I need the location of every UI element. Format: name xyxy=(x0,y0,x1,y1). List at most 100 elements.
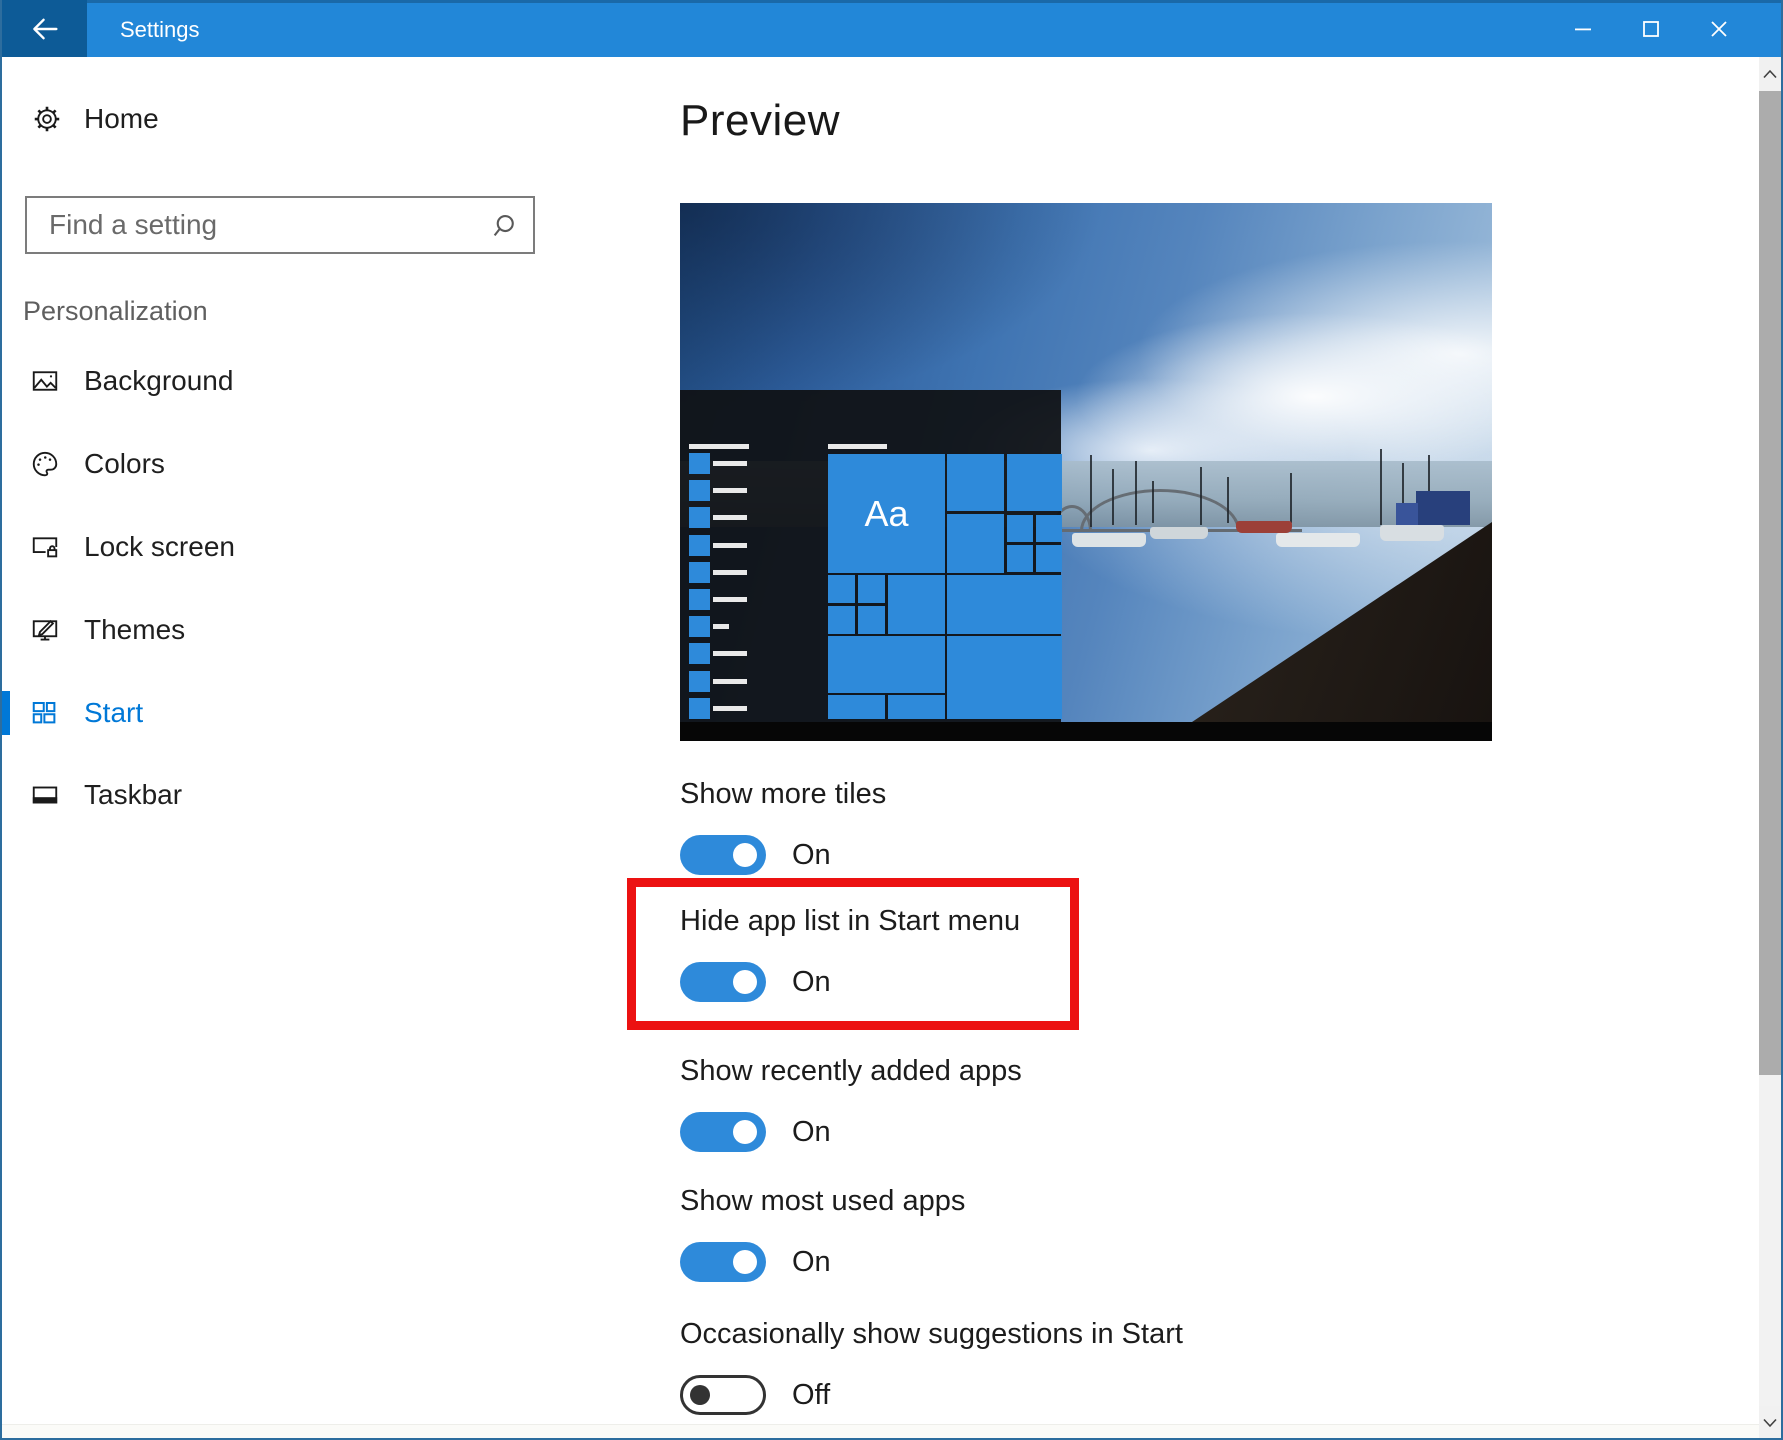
chevron-up-icon xyxy=(1762,69,1778,79)
preview-harbor-detail xyxy=(1416,491,1470,525)
setting-show-most-used: Show most used apps On xyxy=(680,1185,1140,1289)
search-input[interactable] xyxy=(27,198,533,252)
preview-tile-grid: Aa xyxy=(828,454,1062,719)
sidebar-item-taskbar[interactable]: Taskbar xyxy=(2,771,562,819)
preview-harbor-detail xyxy=(1090,455,1092,527)
minimize-button[interactable] xyxy=(1549,0,1617,57)
preview-app-tile xyxy=(689,671,710,692)
setting-show-suggestions: Occasionally show suggestions in Start O… xyxy=(680,1318,1140,1422)
preview-harbor-detail xyxy=(1396,503,1418,525)
setting-label: Hide app list in Start menu xyxy=(680,905,1020,938)
preview-tile xyxy=(1007,545,1033,572)
preview-app-tile xyxy=(689,616,710,637)
preview-tile xyxy=(888,695,945,719)
toggle-state-label: Off xyxy=(792,1375,830,1415)
sidebar-item-label: Colors xyxy=(84,440,165,488)
toggle-show-recently-added[interactable] xyxy=(680,1112,766,1152)
preview-harbor-detail xyxy=(1380,525,1444,541)
setting-label: Show recently added apps xyxy=(680,1055,1022,1088)
titlebar: Settings xyxy=(2,0,1781,57)
sidebar-item-label: Themes xyxy=(84,606,185,654)
preview-app-label-line xyxy=(713,679,747,684)
toggle-knob xyxy=(733,843,757,867)
preview-tile xyxy=(828,695,885,719)
sidebar-item-colors[interactable]: Colors xyxy=(2,440,562,488)
preview-app-label-line xyxy=(713,597,747,602)
toggle-state-label: On xyxy=(792,962,831,1002)
close-button[interactable] xyxy=(1685,0,1753,57)
themes-icon xyxy=(30,615,60,645)
start-tiles-icon xyxy=(30,698,60,728)
preview-app-tile xyxy=(689,507,710,528)
preview-tile xyxy=(947,454,1004,511)
scrollbar-thumb[interactable] xyxy=(1759,91,1781,1075)
sidebar-item-background[interactable]: Background xyxy=(2,357,562,405)
scroll-up-button[interactable] xyxy=(1759,57,1781,91)
preview-tile xyxy=(828,575,855,603)
preview-app-label-line xyxy=(713,488,747,493)
back-arrow-icon xyxy=(28,12,62,46)
preview-app-label-line xyxy=(713,624,729,629)
sidebar-item-lock-screen[interactable]: Lock screen xyxy=(2,523,562,571)
setting-hide-app-list: Hide app list in Start menu On xyxy=(680,905,1140,1009)
preview-app-label-line xyxy=(713,570,747,575)
preview-harbor-detail xyxy=(1276,533,1360,547)
preview-harbor-detail xyxy=(1236,521,1292,533)
preview-app-tile xyxy=(689,535,710,556)
scroll-down-button[interactable] xyxy=(1759,1406,1781,1440)
setting-show-more-tiles: Show more tiles On xyxy=(680,778,1140,882)
preview-tile xyxy=(828,636,945,693)
toggle-show-most-used[interactable] xyxy=(680,1242,766,1282)
preview-tile xyxy=(947,575,1062,634)
toggle-knob xyxy=(733,1250,757,1274)
sidebar-item-start[interactable]: Start xyxy=(2,689,562,737)
sidebar-item-home[interactable]: Home xyxy=(2,95,562,143)
palette-icon xyxy=(30,449,60,479)
preview-tile xyxy=(947,514,1004,573)
vertical-scrollbar[interactable] xyxy=(1759,57,1781,1440)
sidebar-item-themes[interactable]: Themes xyxy=(2,606,562,654)
toggle-state-label: On xyxy=(792,1112,831,1152)
sidebar-item-label: Background xyxy=(84,357,233,405)
section-header-personalization: Personalization xyxy=(23,296,208,327)
preview-menu-header-line xyxy=(689,444,749,449)
preview-app-label-line xyxy=(713,461,747,466)
preview-harbor-detail xyxy=(1227,477,1229,523)
preview-harbor-detail xyxy=(1290,473,1292,523)
setting-label: Occasionally show suggestions in Start xyxy=(680,1318,1183,1351)
toggle-state-label: On xyxy=(792,835,831,875)
preview-app-tile xyxy=(689,562,710,583)
toggle-hide-app-list[interactable] xyxy=(680,962,766,1002)
preview-harbor-detail xyxy=(1135,461,1137,525)
preview-app-label-line xyxy=(713,706,747,711)
preview-start-menu: Aa xyxy=(680,390,1061,722)
preview-taskbar-strip xyxy=(680,722,1492,741)
toggle-knob xyxy=(690,1385,710,1405)
bottom-strip xyxy=(2,1424,1781,1438)
preview-tile-text: Aa xyxy=(864,493,908,535)
preview-tile xyxy=(888,575,945,634)
preview-tile xyxy=(858,606,885,634)
back-button[interactable] xyxy=(2,0,87,57)
search-icon[interactable] xyxy=(489,211,519,241)
preview-tile xyxy=(1007,454,1062,511)
toggle-state-label: On xyxy=(792,1242,831,1282)
maximize-button[interactable] xyxy=(1617,0,1685,57)
close-icon xyxy=(1708,18,1730,40)
toggle-show-more-tiles[interactable] xyxy=(680,835,766,875)
preview-tile xyxy=(858,575,885,603)
toggle-show-suggestions[interactable] xyxy=(680,1375,766,1415)
minimize-icon xyxy=(1572,18,1594,40)
preview-tile: Aa xyxy=(828,454,945,573)
sidebar-home-label: Home xyxy=(84,95,159,143)
preview-app-label-line xyxy=(713,515,747,520)
preview-tile xyxy=(828,606,855,634)
window-controls xyxy=(1549,0,1753,57)
preview-app-tile xyxy=(689,453,710,474)
preview-harbor-detail xyxy=(1380,449,1382,525)
image-icon xyxy=(30,366,60,396)
toggle-knob xyxy=(733,970,757,994)
taskbar-icon xyxy=(30,780,60,810)
preview-tile xyxy=(947,636,1062,719)
chevron-down-icon xyxy=(1762,1418,1778,1428)
